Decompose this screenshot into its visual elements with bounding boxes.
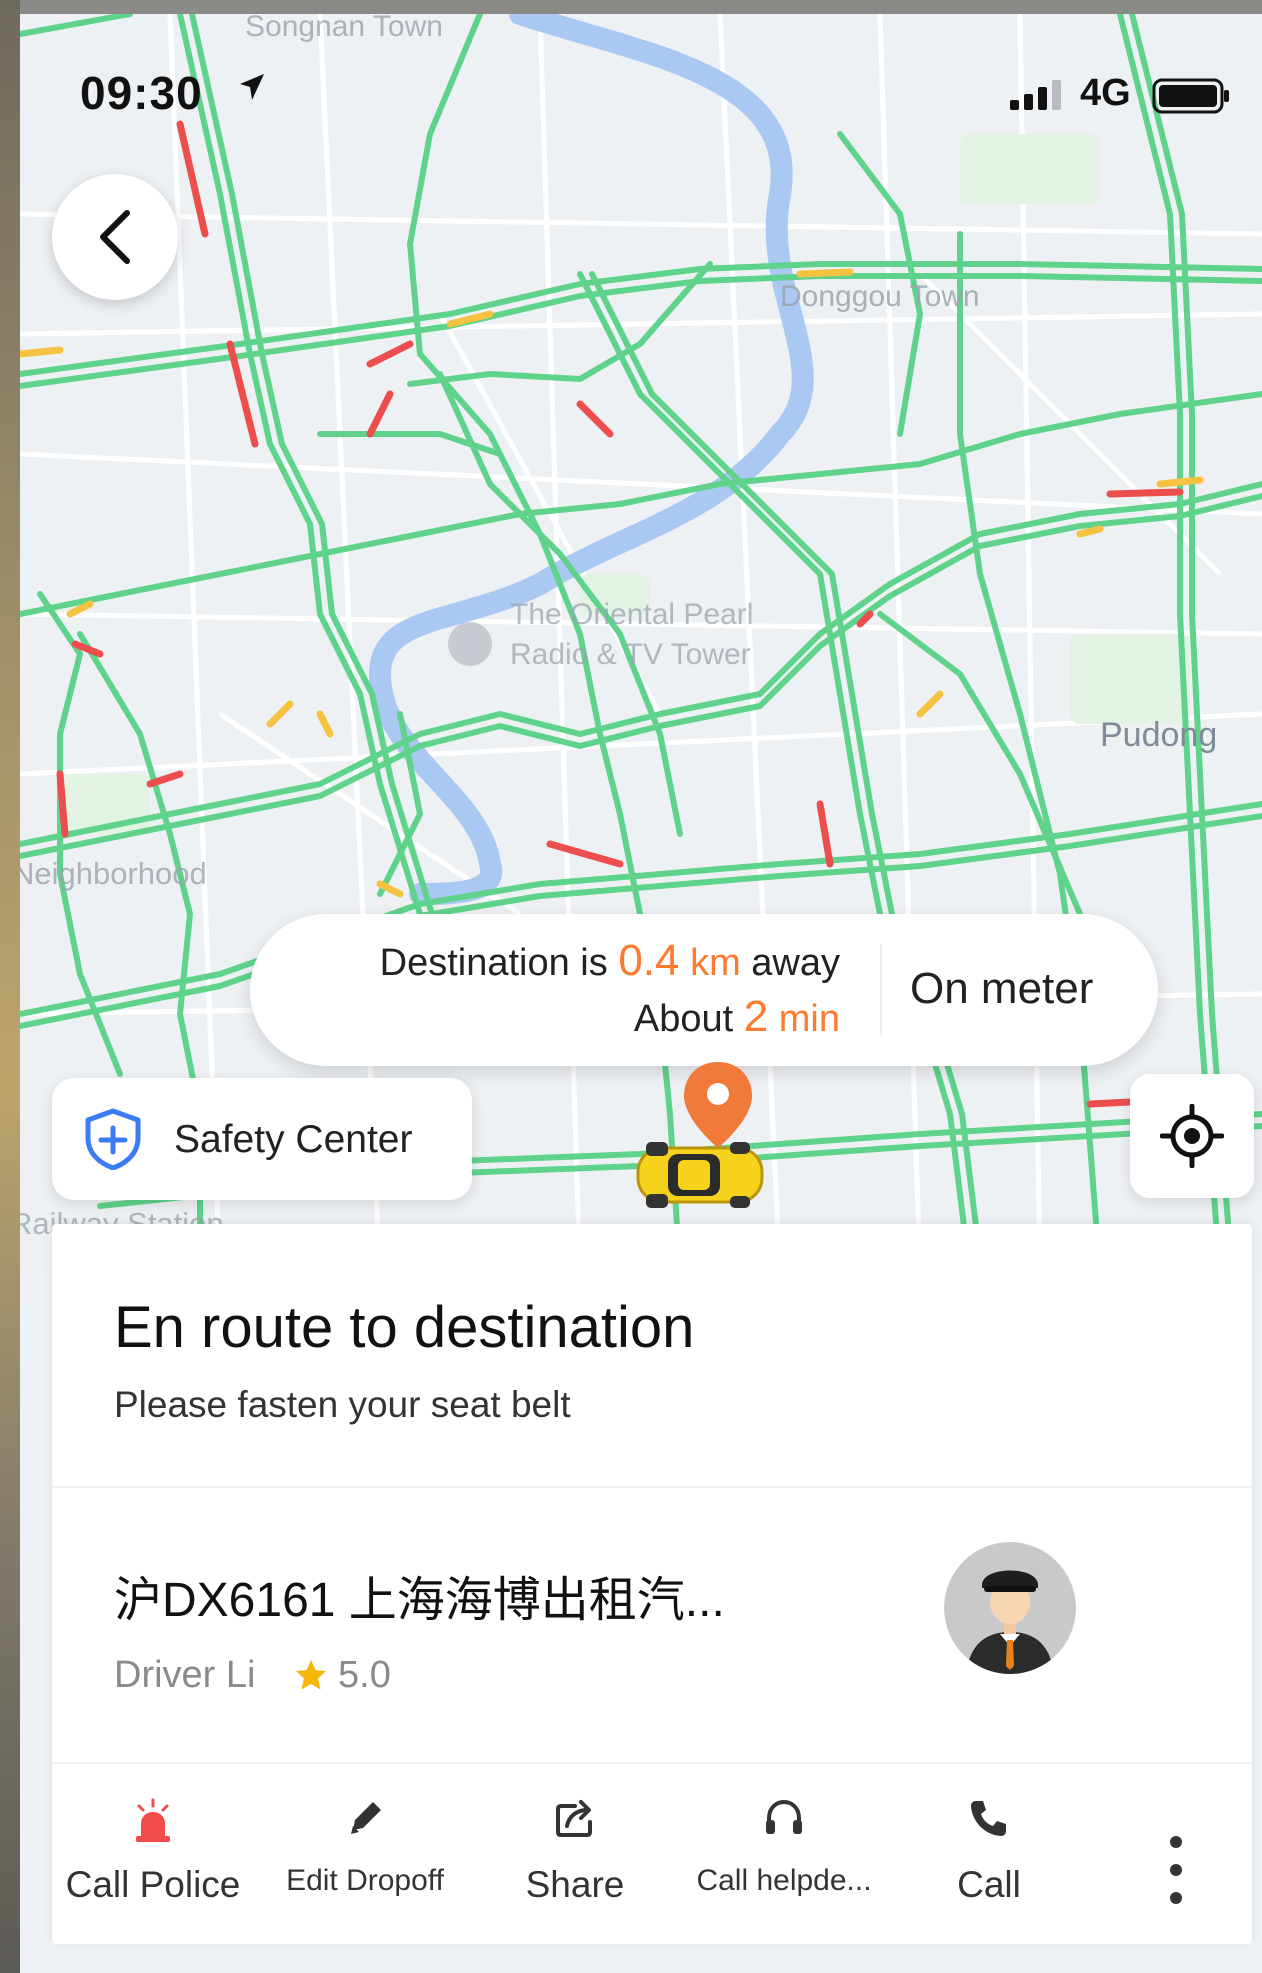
- svg-text:Donggou Town: Donggou Town: [780, 280, 980, 313]
- more-options-icon[interactable]: [1156, 1830, 1196, 1910]
- edit-dropoff-label: Edit Dropoff: [286, 1864, 444, 1897]
- pencil-icon: [351, 1802, 381, 1834]
- network-type: 4G: [1080, 72, 1131, 114]
- safety-center-button[interactable]: Safety Center: [52, 1078, 472, 1200]
- call-driver-button[interactable]: Call: [884, 1796, 1094, 1916]
- back-button[interactable]: [52, 174, 178, 300]
- chevron-left-icon: [100, 210, 130, 264]
- svg-text:The Oriental Pearl: The Oriental Pearl: [510, 598, 753, 631]
- distance-suffix: away: [751, 942, 840, 984]
- location-arrow-icon: [240, 74, 264, 100]
- trip-status-subtitle: Please fasten your seat belt: [114, 1384, 571, 1425]
- on-meter-label: On meter: [910, 964, 1094, 1013]
- sheet-divider: [52, 1486, 1252, 1488]
- call-driver-label: Call: [957, 1864, 1021, 1905]
- call-helpdesk-label: Call helpde...: [696, 1864, 872, 1897]
- trip-eta-block: Destination is 0.4 km away About 2 min: [250, 914, 840, 1066]
- svg-text:Neighborhood: Neighborhood: [20, 856, 207, 891]
- distance-value: 0.4: [618, 936, 680, 985]
- driver-name: Driver Li: [114, 1654, 256, 1696]
- vehicle-plate-company: 沪DX6161 上海海博出租汽...: [114, 1574, 725, 1627]
- crosshair-icon: [1160, 1104, 1224, 1168]
- call-police-button[interactable]: Call Police: [48, 1796, 258, 1916]
- share-label: Share: [525, 1864, 625, 1905]
- actions-divider: [52, 1762, 1252, 1764]
- signal-icon: [1010, 80, 1061, 110]
- phone-icon: [971, 1801, 1006, 1836]
- distance-unit: km: [690, 942, 741, 984]
- siren-icon: [136, 1798, 170, 1842]
- shield-plus-icon: [85, 1108, 141, 1170]
- background-photo-edge: [0, 0, 20, 1973]
- status-time: 09:30: [80, 67, 203, 119]
- ride-hailing-screen: Songnan Town Donggou Town The Oriental P…: [20, 14, 1262, 1973]
- svg-text:Radio & TV Tower: Radio & TV Tower: [510, 638, 751, 671]
- taxi-car-icon: [636, 1142, 764, 1208]
- battery-icon: [1152, 78, 1229, 114]
- trip-bottom-sheet: En route to destination Please fasten yo…: [52, 1224, 1252, 1944]
- call-police-label: Call Police: [65, 1864, 241, 1905]
- svg-text:Songnan Town: Songnan Town: [245, 14, 443, 43]
- eta-value: 2: [743, 992, 769, 1041]
- headset-icon: [766, 1799, 802, 1834]
- share-button[interactable]: Share: [470, 1796, 680, 1916]
- share-icon: [556, 1800, 592, 1837]
- driver-rating: 5.0: [338, 1654, 391, 1696]
- svg-text:Pudong: Pudong: [1100, 716, 1217, 754]
- call-helpdesk-button[interactable]: Call helpde...: [679, 1796, 889, 1916]
- driver-avatar[interactable]: [944, 1542, 1076, 1674]
- distance-prefix: Destination is: [379, 942, 608, 984]
- distance-line: Destination is 0.4 km away: [380, 936, 840, 986]
- driver-avatar-icon: [944, 1542, 1076, 1674]
- eta-unit: min: [778, 998, 840, 1040]
- bubble-divider: [880, 944, 882, 1036]
- eta-prefix: About: [633, 998, 734, 1040]
- safety-center-label: Safety Center: [174, 1118, 413, 1161]
- eta-line: About 2 min: [634, 992, 840, 1042]
- recenter-location-button[interactable]: [1130, 1074, 1254, 1198]
- trip-status-title: En route to destination: [114, 1295, 695, 1360]
- edit-dropoff-button[interactable]: Edit Dropoff: [260, 1796, 470, 1916]
- star-icon: [296, 1660, 326, 1690]
- trip-info-bubble: Destination is 0.4 km away About 2 min O…: [250, 914, 1158, 1066]
